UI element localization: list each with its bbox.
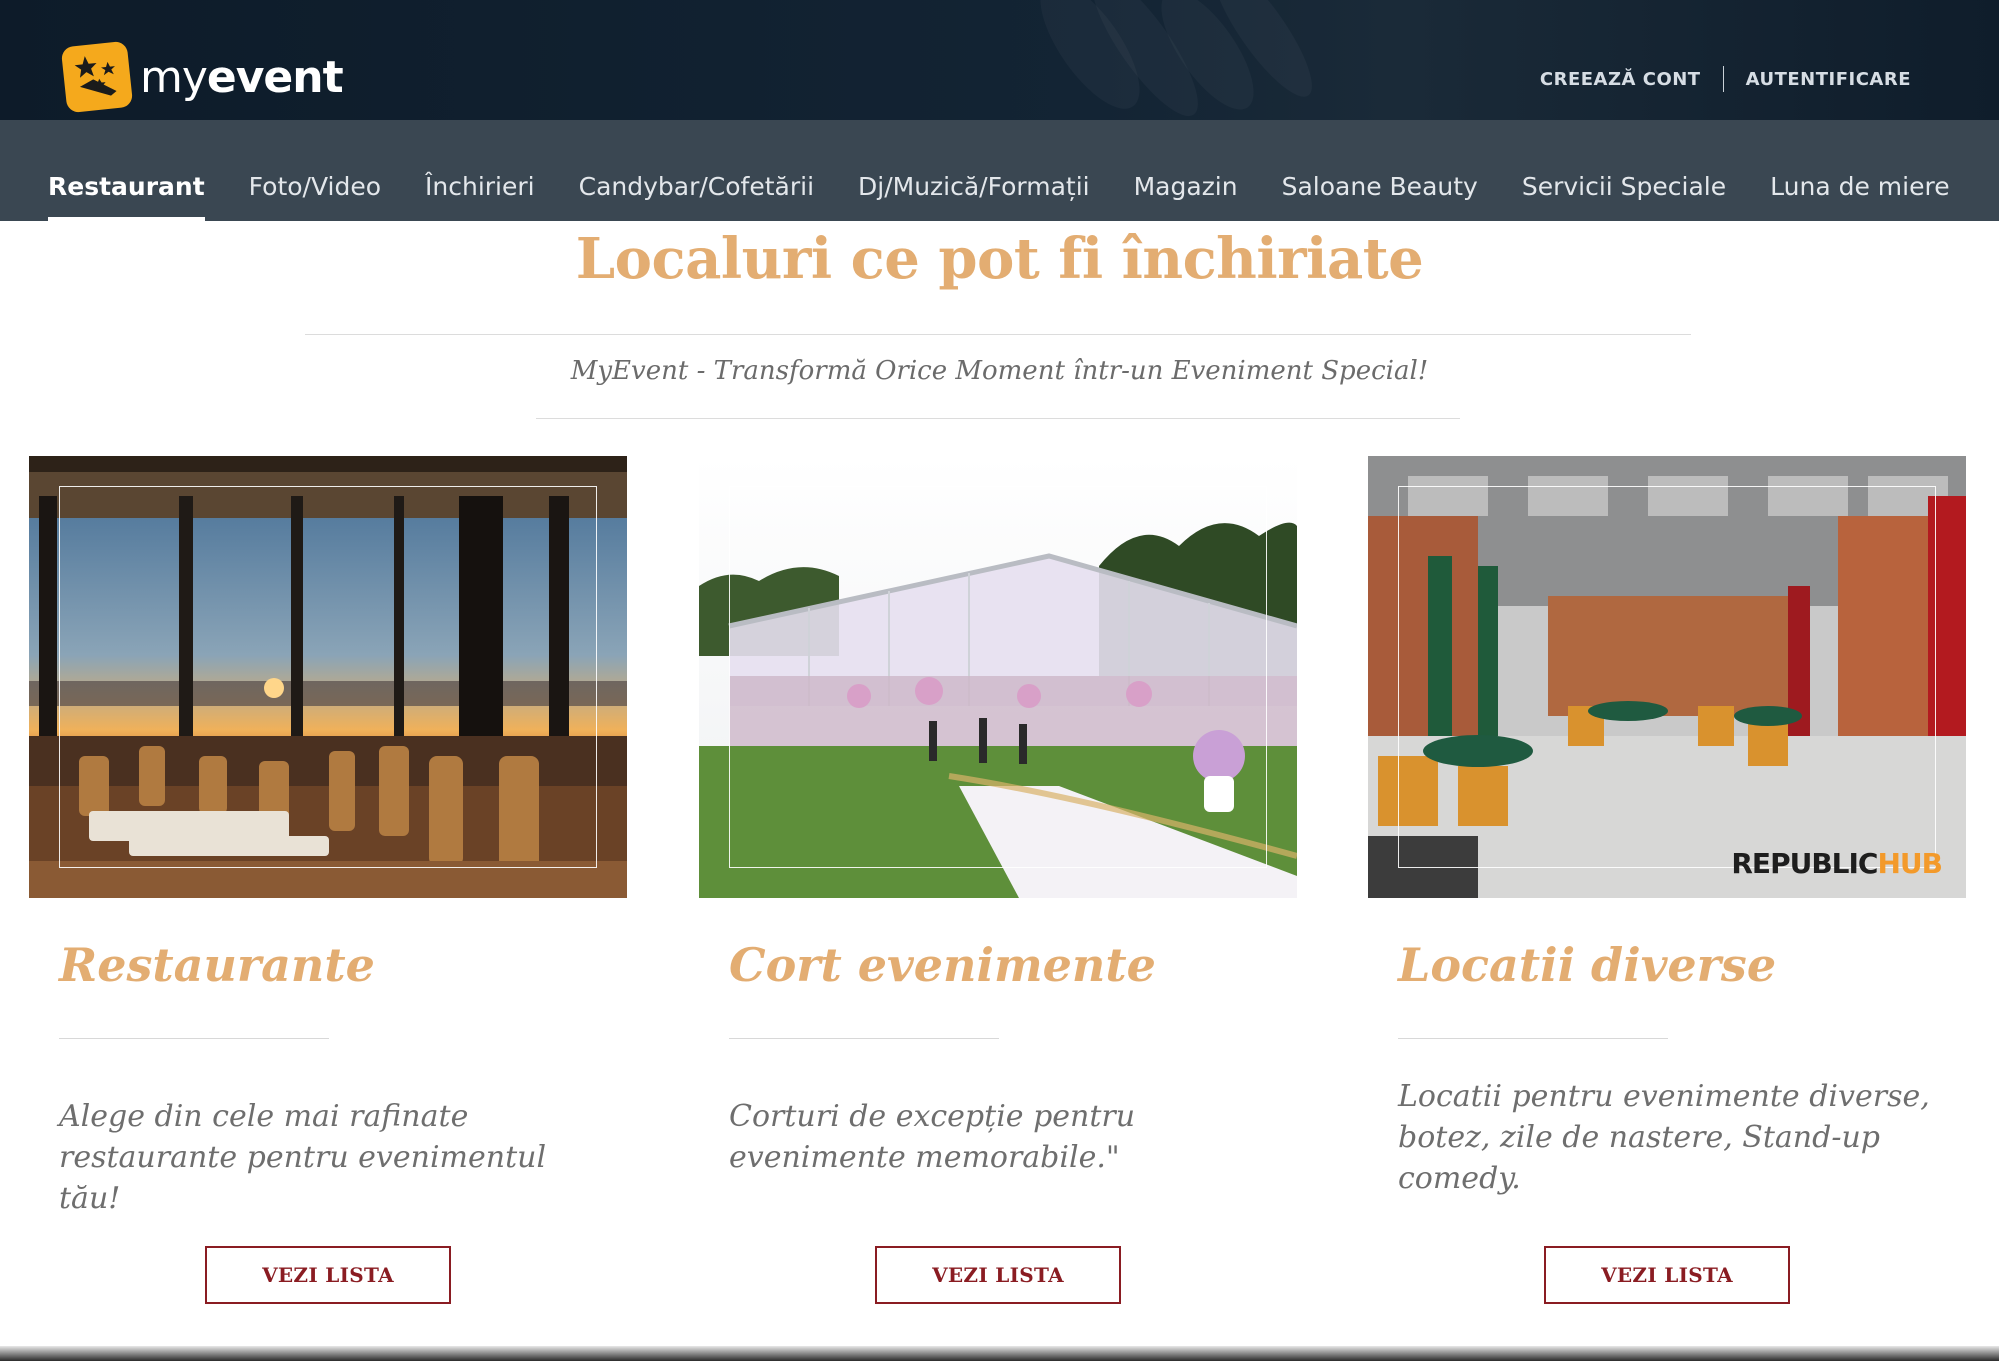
see-list-button[interactable]: VEZI LISTA	[875, 1246, 1121, 1304]
card-cort-evenimente: Cort evenimente Corturi de excepție pent…	[699, 456, 1297, 1304]
page-subtitle: MyEvent - Transformă Orice Moment într-u…	[570, 356, 1429, 386]
nav-item-dj-muzică-formații[interactable]: Dj/Muzică/Formații	[858, 172, 1090, 221]
brand-logo[interactable]: myevent	[60, 40, 344, 114]
divider	[1398, 1038, 1668, 1039]
card-description: Alege din cele mai rafinate restaurante …	[59, 1099, 547, 1216]
create-account-link[interactable]: CREEAZĂ CONT	[1518, 69, 1723, 90]
card-restaurante: Restaurante Alege din cele mai rafinate …	[29, 456, 627, 1304]
nav-item-saloane-beauty[interactable]: Saloane Beauty	[1282, 172, 1478, 221]
nav-item-închirieri[interactable]: Închirieri	[425, 172, 535, 221]
top-header: myevent CREEAZĂ CONT AUTENTIFICARE	[0, 0, 1999, 120]
card-locatii-diverse: REPUBLICHUB Locatii diverse Locatii pent…	[1368, 456, 1966, 1304]
page-bottom-edge	[0, 1346, 1999, 1361]
see-list-button[interactable]: VEZI LISTA	[205, 1246, 451, 1304]
nav-item-magazin[interactable]: Magazin	[1134, 172, 1238, 221]
page-title: Localuri ce pot fi închiriate	[575, 226, 1424, 292]
nav-item-candybar-cofetării[interactable]: Candybar/Cofetării	[579, 172, 814, 221]
nav-item-foto-video[interactable]: Foto/Video	[249, 172, 381, 221]
divider	[59, 1038, 329, 1039]
login-link[interactable]: AUTENTIFICARE	[1724, 69, 1933, 90]
restaurant-sunset-photo[interactable]	[29, 456, 627, 898]
card-title[interactable]: Cort evenimente	[729, 938, 1156, 992]
divider	[729, 1038, 999, 1039]
nav-item-luna-de-miere[interactable]: Luna de miere	[1770, 172, 1949, 221]
card-title[interactable]: Restaurante	[59, 938, 375, 992]
nav-item-restaurant[interactable]: Restaurant	[48, 172, 205, 221]
card-description: Locatii pentru evenimente diverse, botez…	[1398, 1079, 1930, 1196]
brand-name: myevent	[140, 51, 344, 103]
photo-frame	[1398, 486, 1936, 868]
card-title[interactable]: Locatii diverse	[1398, 938, 1776, 992]
see-list-button[interactable]: VEZI LISTA	[1544, 1246, 1790, 1304]
auth-links: CREEAZĂ CONT AUTENTIFICARE	[1518, 66, 1933, 92]
divider	[536, 418, 1460, 419]
republichub-watermark-logo: REPUBLICHUB	[1731, 847, 1943, 880]
stars-badge-icon	[60, 40, 134, 114]
venue-hall-photo[interactable]: REPUBLICHUB	[1368, 456, 1966, 898]
nav-item-servicii-speciale[interactable]: Servicii Speciale	[1522, 172, 1726, 221]
photo-frame	[729, 486, 1267, 868]
card-description: Corturi de excepție pentru evenimente me…	[729, 1099, 1136, 1175]
divider	[305, 334, 1691, 335]
photo-frame	[59, 486, 597, 868]
event-tent-photo[interactable]	[699, 456, 1297, 898]
category-nav: Restaurant Foto/Video Închirieri Candybar/C…	[0, 120, 1999, 221]
